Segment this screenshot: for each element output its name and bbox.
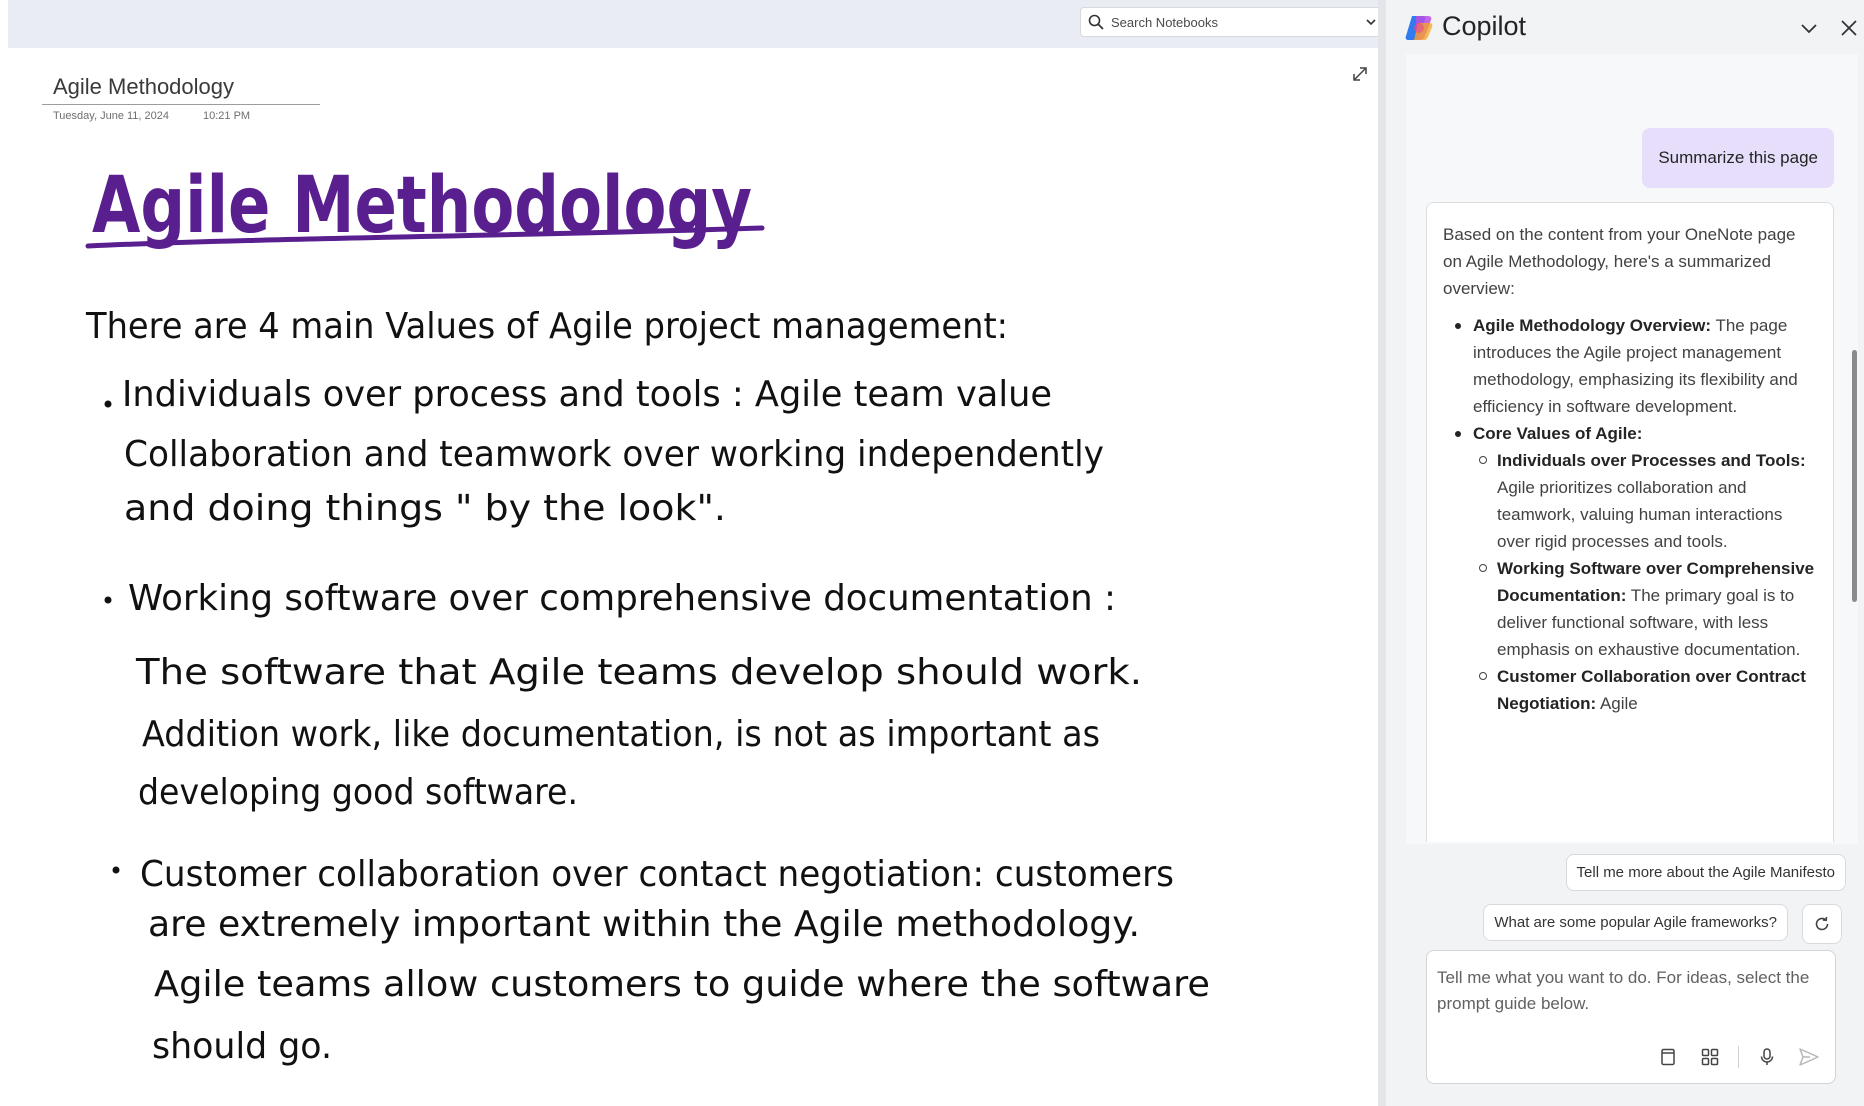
microphone-icon[interactable] bbox=[1753, 1043, 1781, 1071]
ink-line[interactable]: and doing things " by the look". bbox=[124, 488, 726, 529]
ink-line[interactable]: Collaboration and teamwork over working … bbox=[124, 434, 1104, 475]
sub-list-item: Customer Collaboration over Contract Neg… bbox=[1479, 663, 1817, 717]
ink-line[interactable]: Customer collaboration over contact nego… bbox=[140, 854, 1174, 895]
list-item-text: Agile prioritizes collaboration and team… bbox=[1497, 478, 1783, 551]
compose-box[interactable] bbox=[1426, 950, 1836, 1084]
list-item-title: Core Values of Agile: bbox=[1473, 424, 1643, 443]
ink-line[interactable]: should go. bbox=[152, 1026, 332, 1067]
list-item: Agile Methodology Overview: The page int… bbox=[1455, 312, 1817, 420]
user-message-bubble: Summarize this page bbox=[1642, 128, 1834, 188]
copilot-header: Copilot bbox=[1386, 0, 1864, 54]
toolbar-separator bbox=[1738, 1046, 1739, 1068]
refresh-suggestions-button[interactable] bbox=[1802, 904, 1842, 944]
note-canvas[interactable]: Agile Methodology Tuesday, June 11, 2024… bbox=[0, 0, 1385, 1106]
response-intro: Based on the content from your OneNote p… bbox=[1443, 225, 1796, 298]
handwritten-ink[interactable]: Agile Methodology There are 4 main Value… bbox=[0, 0, 1380, 1106]
ink-line[interactable]: The software that Agile teams develop sh… bbox=[135, 652, 1142, 693]
ink-line[interactable]: Agile teams allow customers to guide whe… bbox=[154, 964, 1210, 1005]
response-list: Agile Methodology Overview: The page int… bbox=[1443, 312, 1817, 717]
list-item-title: Agile Methodology Overview: bbox=[1473, 316, 1712, 335]
list-item: Core Values of Agile: Individuals over P… bbox=[1455, 420, 1817, 717]
ink-line[interactable]: are extremely important within the Agile… bbox=[148, 904, 1140, 945]
ink-bullet-dot bbox=[104, 400, 112, 408]
refresh-icon bbox=[1815, 916, 1829, 931]
copilot-response-card[interactable]: Based on the content from your OneNote p… bbox=[1426, 202, 1834, 842]
prompt-guide-icon[interactable] bbox=[1696, 1043, 1724, 1071]
sub-list-item: Individuals over Processes and Tools: Ag… bbox=[1479, 447, 1817, 555]
send-icon[interactable] bbox=[1795, 1043, 1823, 1071]
pane-divider[interactable] bbox=[1378, 0, 1386, 1106]
notebook-icon[interactable] bbox=[1654, 1043, 1682, 1071]
copilot-logo-icon bbox=[1405, 16, 1433, 40]
ink-bullet-dot bbox=[104, 596, 112, 604]
ink-line[interactable]: developing good software. bbox=[138, 772, 578, 813]
ink-line[interactable]: Working software over comprehensive docu… bbox=[128, 578, 1116, 619]
suggestion-chip-agile-frameworks[interactable]: What are some popular Agile frameworks? bbox=[1483, 904, 1788, 941]
suggestion-chip-agile-manifesto[interactable]: Tell me more about the Agile Manifesto bbox=[1565, 854, 1846, 891]
chat-input[interactable] bbox=[1437, 965, 1825, 1025]
list-item-title: Individuals over Processes and Tools: bbox=[1497, 451, 1806, 470]
sub-list-item: Working Software over Comprehensive Docu… bbox=[1479, 555, 1817, 663]
copilot-title: Copilot bbox=[1442, 11, 1527, 41]
ink-bullet-dot bbox=[112, 866, 120, 874]
chevron-down-icon[interactable] bbox=[1798, 17, 1820, 39]
sub-list: Individuals over Processes and Tools: Ag… bbox=[1473, 447, 1817, 717]
ink-line[interactable]: Addition work, like documentation, is no… bbox=[142, 714, 1100, 755]
list-item-title: Customer Collaboration over Contract Neg… bbox=[1497, 667, 1806, 713]
copilot-pane: Copilot Summarize this page Based on the… bbox=[1386, 0, 1864, 1106]
ink-intro[interactable]: There are 4 main Values of Agile project… bbox=[85, 306, 1008, 347]
ink-line[interactable]: Individuals over process and tools : Agi… bbox=[122, 374, 1052, 415]
conversation-scrollbar[interactable] bbox=[1852, 350, 1857, 602]
list-item-text: Agile bbox=[1596, 694, 1638, 713]
compose-toolbar bbox=[1654, 1043, 1823, 1071]
close-icon[interactable] bbox=[1838, 17, 1860, 39]
